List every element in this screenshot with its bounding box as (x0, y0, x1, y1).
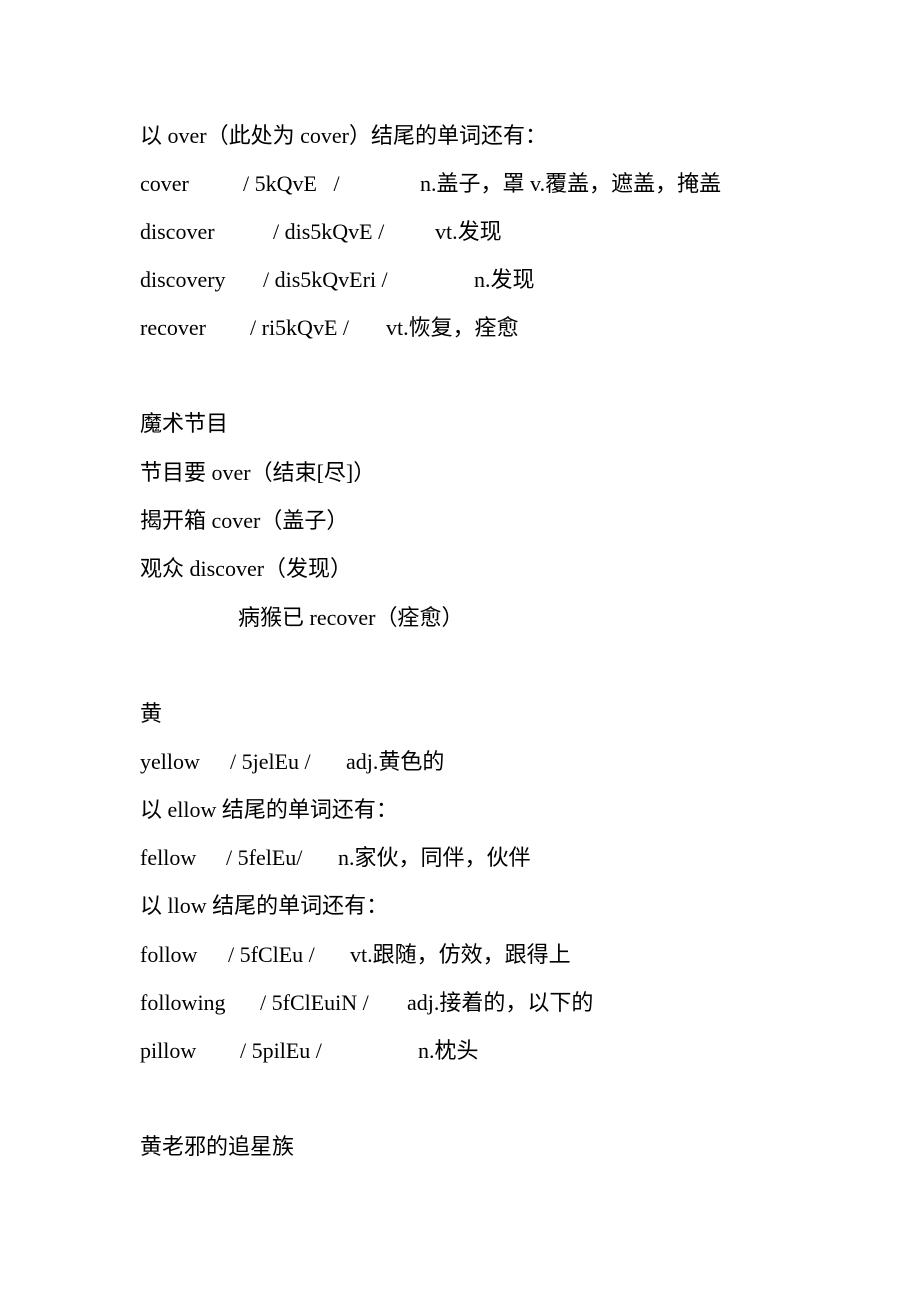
entry-word: discover (140, 219, 215, 244)
entry-phonetic: / 5kQvE / (243, 171, 340, 196)
story-line: 节目要 over（结束[尽]） (140, 460, 376, 485)
entry-phonetic: / dis5kQvE / (273, 219, 385, 244)
entry-phonetic: / dis5kQvEri / (263, 267, 388, 292)
entry-word: fellow (140, 845, 197, 870)
entry-meaning: vt.跟随，仿效，跟得上 (350, 942, 571, 967)
entry-word: cover (140, 171, 189, 196)
entry-phonetic: / 5fClEuiN / (260, 990, 369, 1015)
section1-intro: 以 over（此处为 cover）结尾的单词还有： (140, 123, 547, 148)
entry-phonetic: / ri5kQvE / (250, 315, 349, 340)
entry-phonetic: / 5felEu/ (226, 845, 303, 870)
entry-word: follow (140, 942, 198, 967)
entry-word: discovery (140, 267, 226, 292)
section3-title: 黄 (140, 701, 163, 726)
entry-phonetic: / 5jelEu / (230, 749, 311, 774)
entry-meaning: vt.发现 (435, 219, 502, 244)
entry-meaning: n.盖子，罩 v.覆盖，遮盖，掩盖 (420, 171, 722, 196)
story-line: 病猴已 recover（痊愈） (238, 605, 464, 630)
entry-word: yellow (140, 749, 200, 774)
section3-intro-ellow: 以 ellow 结尾的单词还有： (140, 797, 398, 822)
entry-meaning: adj.黄色的 (346, 749, 445, 774)
entry-meaning: n.枕头 (418, 1038, 479, 1063)
entry-phonetic: / 5pilEu / (240, 1038, 322, 1063)
entry-word: pillow (140, 1038, 197, 1063)
entry-meaning: n.家伙，同伴，伙伴 (338, 845, 531, 870)
entry-meaning: n.发现 (474, 267, 535, 292)
entry-meaning: vt.恢复，痊愈 (386, 315, 519, 340)
story-line: 揭开箱 cover（盖子） (140, 508, 349, 533)
section4-title: 黄老邪的追星族 (140, 1134, 295, 1159)
entry-word: recover (140, 315, 206, 340)
story-line: 观众 discover（发现） (140, 556, 353, 581)
entry-phonetic: / 5fClEu / (228, 942, 315, 967)
entry-meaning: adj.接着的，以下的 (407, 990, 594, 1015)
section2-title: 魔术节目 (140, 411, 229, 436)
section3-intro-llow: 以 llow 结尾的单词还有： (140, 893, 389, 918)
entry-word: following (140, 990, 226, 1015)
